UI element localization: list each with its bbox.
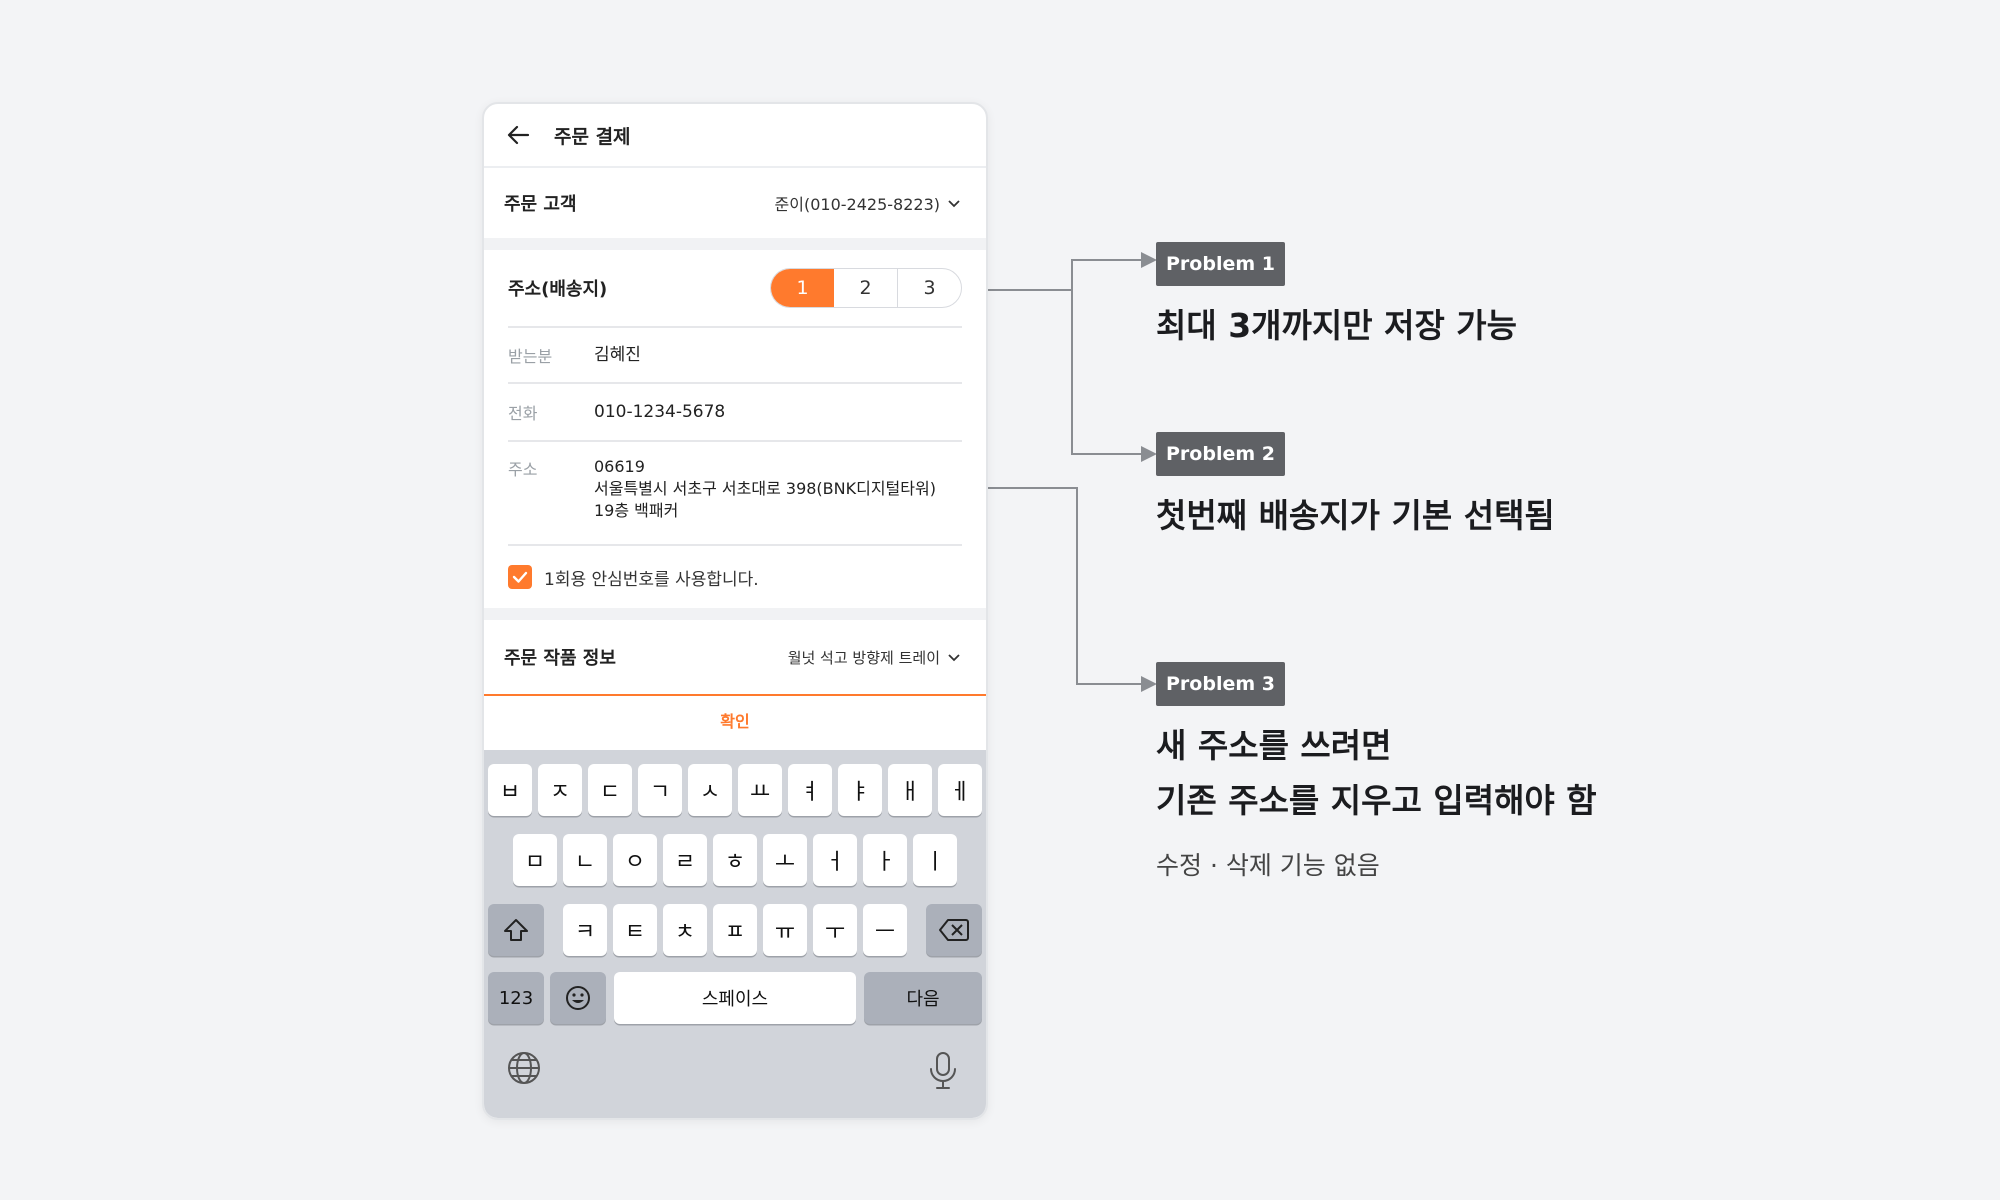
key[interactable]: ㄹ — [663, 834, 707, 886]
key[interactable]: ㅓ — [813, 834, 857, 886]
problem-3-badge: Problem 3 — [1156, 662, 1285, 706]
key[interactable]: ㅐ — [888, 764, 932, 816]
key[interactable]: ㅊ — [663, 904, 707, 956]
key[interactable]: ㅗ — [763, 834, 807, 886]
recipient-address-value[interactable]: 06619 서울특별시 서초구 서초대로 398(BNK디지털타워) 19층 백… — [594, 456, 936, 544]
recipient-address-label: 주소 — [508, 460, 538, 479]
globe-icon[interactable] — [506, 1050, 542, 1086]
recipient-name-row: 받는분 김혜진 — [508, 328, 962, 384]
key[interactable]: ㅏ — [863, 834, 907, 886]
address-slot-3[interactable]: 3 — [898, 269, 961, 307]
recipient-name-value[interactable]: 김혜진 — [594, 344, 641, 366]
recipient-name-label: 받는분 — [508, 347, 553, 366]
key[interactable]: ㅋ — [563, 904, 607, 956]
chevron-down-icon — [948, 200, 960, 208]
backspace-icon — [939, 919, 969, 941]
keyboard-row-1: ㅂ ㅈ ㄷ ㄱ ㅅ ㅛ ㅕ ㅑ ㅐ ㅔ — [484, 764, 986, 816]
phone-screen: 주문 결제 주문 고객 준이(010-2425-8223) 주소(배송지) 1 … — [482, 102, 988, 1120]
key[interactable]: ㄷ — [588, 764, 632, 816]
section-divider — [484, 238, 986, 250]
problem-2-badge: Problem 2 — [1156, 432, 1285, 476]
key[interactable]: ㄴ — [563, 834, 607, 886]
problem-2-title-line: 첫번째 배송지가 기본 선택됨 — [1156, 496, 1555, 535]
key[interactable]: ㅜ — [813, 904, 857, 956]
checkmark-icon — [512, 571, 528, 583]
key[interactable]: ㅠ — [763, 904, 807, 956]
key[interactable]: ㅡ — [863, 904, 907, 956]
annotation-connectors — [940, 252, 1157, 692]
key[interactable]: ㅍ — [713, 904, 757, 956]
problem-3-title-line-2: 기존 주소를 지우고 입력해야 함 — [1156, 781, 1597, 820]
address-slot-2[interactable]: 2 — [834, 269, 898, 307]
key[interactable]: ㅛ — [738, 764, 782, 816]
address-section: 주소(배송지) 1 2 3 받는분 김혜진 전화 010-1234-5678 주… — [484, 250, 986, 608]
problem-3-title: 새 주소를 쓰려면 기존 주소를 지우고 입력해야 함 — [1156, 718, 1597, 828]
mic-icon[interactable] — [926, 1050, 960, 1090]
emoji-icon — [566, 986, 590, 1010]
section-divider — [484, 608, 986, 620]
safe-number-label: 1회용 안심번호를 사용합니다. — [544, 569, 759, 590]
product-row: 주문 작품 정보 월넛 석고 방향제 트레이 — [484, 620, 986, 696]
safe-number-row: 1회용 안심번호를 사용합니다. — [508, 546, 962, 608]
key[interactable]: ㅕ — [788, 764, 832, 816]
customer-label: 주문 고객 — [504, 194, 577, 215]
key[interactable]: ㅇ — [613, 834, 657, 886]
numbers-key[interactable]: 123 — [488, 972, 544, 1024]
page-title: 주문 결제 — [554, 125, 631, 148]
space-key[interactable]: 스페이스 — [614, 972, 856, 1024]
key[interactable]: ㅅ — [688, 764, 732, 816]
chevron-down-icon — [948, 654, 960, 662]
product-value: 월넛 석고 방향제 트레이 — [787, 648, 940, 667]
address-slot-1[interactable]: 1 — [771, 269, 834, 307]
recipient-phone-value[interactable]: 010-1234-5678 — [594, 401, 725, 423]
key[interactable]: ㅑ — [838, 764, 882, 816]
key[interactable]: ㅂ — [488, 764, 532, 816]
next-key[interactable]: 다음 — [864, 972, 982, 1024]
key[interactable]: ㅁ — [513, 834, 557, 886]
keyboard-row-2: ㅁ ㄴ ㅇ ㄹ ㅎ ㅗ ㅓ ㅏ ㅣ — [484, 834, 986, 886]
address-label: 주소(배송지) — [508, 279, 608, 300]
key[interactable]: ㅣ — [913, 834, 957, 886]
problem-3-title-line-1: 새 주소를 쓰려면 — [1156, 726, 1392, 765]
key[interactable]: ㅌ — [613, 904, 657, 956]
key[interactable]: ㅎ — [713, 834, 757, 886]
keyboard-row-4: 123 스페이스 다음 — [484, 972, 986, 1024]
customer-value: 준이(010-2425-8223) — [774, 195, 940, 214]
problem-2-title: 첫번째 배송지가 기본 선택됨 — [1156, 488, 1555, 543]
key[interactable]: ㄱ — [638, 764, 682, 816]
keyboard-row-3: ㅋ ㅌ ㅊ ㅍ ㅠ ㅜ ㅡ — [484, 904, 986, 956]
recipient-phone-label: 전화 — [508, 404, 538, 423]
key[interactable]: ㅈ — [538, 764, 582, 816]
recipient-address-row: 주소 06619 서울특별시 서초구 서초대로 398(BNK디지털타워) 19… — [508, 442, 962, 546]
problem-1-title: 최대 3개까지만 저장 가능 — [1156, 298, 1517, 353]
product-label: 주문 작품 정보 — [504, 648, 616, 669]
app-bar: 주문 결제 — [484, 104, 986, 168]
problem-3-subtitle: 수정 · 삭제 기능 없음 — [1156, 851, 1380, 880]
emoji-key[interactable] — [550, 972, 606, 1024]
address-header: 주소(배송지) 1 2 3 — [508, 250, 962, 328]
shift-icon — [504, 919, 528, 941]
product-dropdown[interactable]: 월넛 석고 방향제 트레이 — [788, 647, 962, 668]
problem-1-badge: Problem 1 — [1156, 242, 1285, 286]
address-slot-selector: 1 2 3 — [770, 268, 962, 308]
safe-number-checkbox[interactable] — [508, 565, 532, 589]
back-arrow-icon[interactable] — [506, 120, 536, 150]
address-line-1: 서울특별시 서초구 서초대로 398(BNK디지털타워) — [594, 479, 936, 498]
key[interactable]: ㅔ — [938, 764, 982, 816]
recipient-phone-row: 전화 010-1234-5678 — [508, 384, 962, 442]
korean-keyboard: ㅂ ㅈ ㄷ ㄱ ㅅ ㅛ ㅕ ㅑ ㅐ ㅔ ㅁ ㄴ ㅇ ㄹ ㅎ ㅗ ㅓ ㅏ ㅣ ㅋ — [484, 750, 986, 1118]
customer-dropdown[interactable]: 준이(010-2425-8223) — [775, 191, 962, 215]
customer-row: 주문 고객 준이(010-2425-8223) — [484, 168, 986, 238]
confirm-button[interactable]: 확인 — [484, 696, 986, 744]
backspace-key[interactable] — [926, 904, 982, 956]
address-zip: 06619 — [594, 457, 645, 476]
shift-key[interactable] — [488, 904, 544, 956]
problem-1-title-line: 최대 3개까지만 저장 가능 — [1156, 306, 1518, 345]
address-line-2: 19층 백패커 — [594, 501, 679, 520]
